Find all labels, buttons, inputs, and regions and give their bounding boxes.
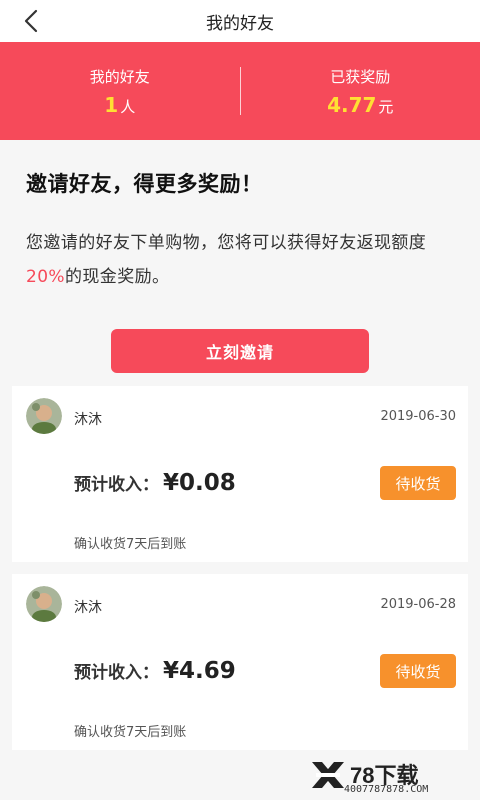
avatar[interactable] xyxy=(26,586,62,622)
watermark-url: 4007787878.COM xyxy=(344,784,429,795)
status-badge[interactable]: 待收货 xyxy=(380,466,456,500)
reward-unit: 元 xyxy=(378,97,394,116)
reward-stat[interactable]: 已获奖励 4.77 元 xyxy=(241,66,480,117)
friends-unit: 人 xyxy=(120,97,136,116)
avatar[interactable] xyxy=(26,398,62,434)
friend-record: 沐沐 2019-06-30 预计收入： ¥0.08 待收货 确认收货7天后到账 xyxy=(12,386,468,562)
invite-now-button[interactable]: 立刻邀请 xyxy=(111,329,369,373)
stats-banner: 我的好友 1 人 已获奖励 4.77 元 xyxy=(0,42,480,140)
income-amount: ¥4.69 xyxy=(163,658,236,684)
invite-description: 您邀请的好友下单购物，您将可以获得好友返现额度 20%的现金奖励。 xyxy=(26,226,454,294)
watermark-logo-icon xyxy=(312,762,344,788)
reward-label: 已获奖励 xyxy=(330,67,391,86)
invite-button-wrap: 立刻邀请 xyxy=(26,329,454,373)
friends-label: 我的好友 xyxy=(89,67,150,86)
friend-name: 沐沐 xyxy=(74,412,102,428)
invite-desc-suffix: 的现金奖励。 xyxy=(65,267,170,287)
page-title: 我的好友 xyxy=(206,13,274,34)
record-date: 2019-06-30 xyxy=(380,409,456,424)
reward-value: 4.77 元 xyxy=(327,93,393,117)
estimated-income: 预计收入： ¥0.08 xyxy=(74,470,236,496)
record-note: 确认收货7天后到账 xyxy=(74,537,187,552)
invite-desc-prefix: 您邀请的好友下单购物，您将可以获得好友返现额度 xyxy=(26,233,427,253)
friends-count: 1 xyxy=(104,92,119,117)
friends-value: 1 人 xyxy=(104,93,135,117)
invite-title: 邀请好友，得更多奖励！ xyxy=(26,172,263,196)
chevron-left-icon xyxy=(24,9,38,33)
record-note: 确认收货7天后到账 xyxy=(74,725,187,740)
invite-desc-percent: 20% xyxy=(26,267,65,287)
nav-bar: 我的好友 xyxy=(0,0,480,42)
back-button[interactable] xyxy=(16,6,46,36)
estimated-income: 预计收入： ¥4.69 xyxy=(74,658,236,684)
avatar-icon xyxy=(26,398,62,434)
avatar-icon xyxy=(26,586,62,622)
friend-record: 沐沐 2019-06-28 预计收入： ¥4.69 待收货 确认收货7天后到账 xyxy=(12,574,468,750)
friends-stat[interactable]: 我的好友 1 人 xyxy=(0,66,240,117)
income-amount: ¥0.08 xyxy=(163,470,236,496)
invite-section: 邀请好友，得更多奖励！ 您邀请的好友下单购物，您将可以获得好友返现额度 20%的现… xyxy=(0,140,480,373)
income-label: 预计收入： xyxy=(74,475,159,495)
friend-name: 沐沐 xyxy=(74,600,102,616)
status-badge[interactable]: 待收货 xyxy=(380,654,456,688)
watermark: 78下载 4007787878.COM xyxy=(306,758,474,796)
income-label: 预计收入： xyxy=(74,663,159,683)
reward-amount: 4.77 xyxy=(327,92,377,117)
record-date: 2019-06-28 xyxy=(380,597,456,612)
